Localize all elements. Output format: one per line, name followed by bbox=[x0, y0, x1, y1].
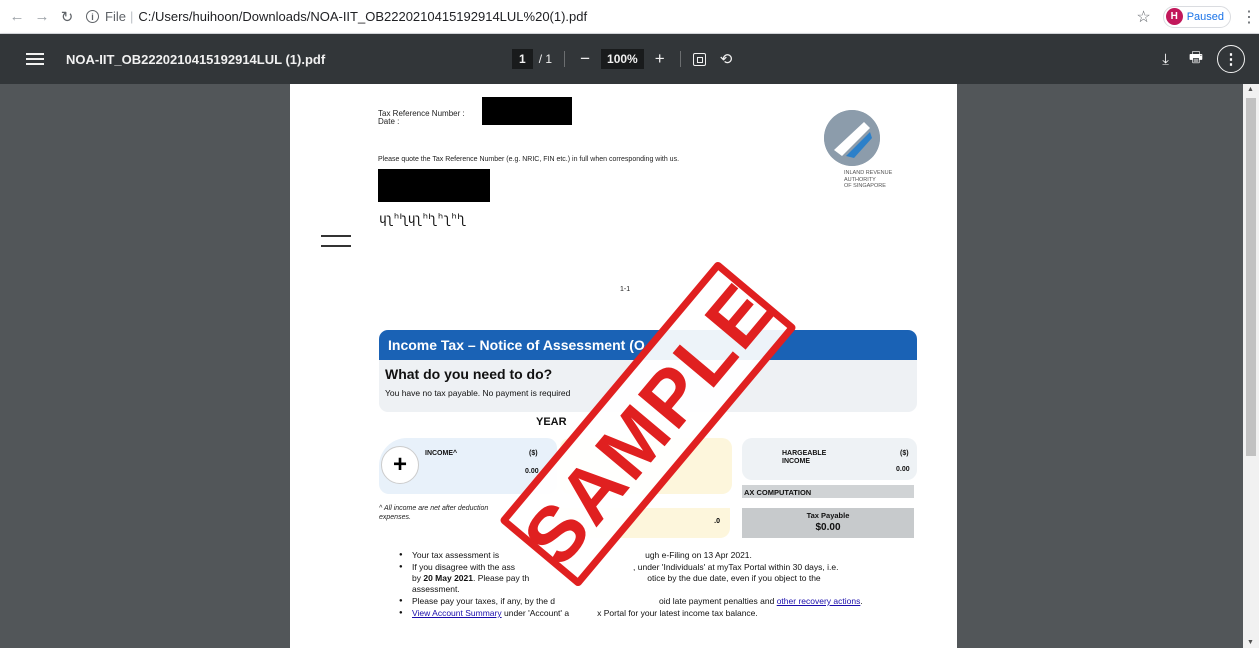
bullet-text: ugh e-Filing on 13 Apr 2021. bbox=[645, 550, 752, 560]
fold-marks bbox=[321, 235, 351, 255]
bullet-text: oid late payment penalties and bbox=[659, 596, 775, 606]
reference-labels: Tax Reference Number : Date : bbox=[378, 110, 465, 126]
pdf-page: Tax Reference Number : Date : Please quo… bbox=[290, 84, 957, 648]
redaction-block bbox=[482, 97, 572, 125]
iras-line-1: INLAND REVENUE bbox=[844, 170, 893, 176]
page-number-input[interactable]: 1 bbox=[512, 49, 533, 69]
document-title: NOA-IIT_OB2220210415192914LUL (1).pdf bbox=[66, 51, 326, 67]
iras-line-3: OF SINGAPORE bbox=[844, 183, 886, 189]
page-number-text: 1-1 bbox=[620, 286, 631, 293]
tax-computation-header: AX COMPUTATION bbox=[742, 485, 914, 498]
tax-payable-label: Tax Payable bbox=[806, 511, 850, 520]
quote-instruction: Please quote the Tax Reference Number (e… bbox=[378, 156, 680, 163]
url-separator: | bbox=[129, 9, 134, 24]
reliefs-value: .0 bbox=[714, 518, 720, 525]
bullet-text: Please pay your taxes, if any, by the d bbox=[412, 596, 556, 606]
print-icon[interactable]: 🖶 bbox=[1189, 47, 1203, 72]
scrollbar-thumb[interactable] bbox=[1246, 98, 1256, 456]
bullet-text: by bbox=[412, 573, 421, 583]
url-text[interactable]: C:/Users/huihoon/Downloads/NOA-IIT_OB222… bbox=[138, 9, 587, 24]
iras-logo-icon bbox=[824, 110, 880, 166]
omnibox[interactable]: i File | C:/Users/huihoon/Downloads/NOA-… bbox=[86, 4, 1136, 30]
bullet-text: , under 'Individuals' at myTax Portal wi… bbox=[633, 562, 839, 572]
hamburger-menu-icon[interactable] bbox=[26, 53, 44, 65]
scroll-up-icon[interactable]: ▲ bbox=[1247, 86, 1254, 93]
recovery-actions-link[interactable]: other recovery actions bbox=[777, 596, 861, 606]
download-icon[interactable]: ⤓ bbox=[1162, 51, 1169, 68]
browser-address-bar: ← → ↻ i File | C:/Users/huihoon/Download… bbox=[0, 0, 1259, 34]
chargeable-label: HARGEABLE INCOME bbox=[782, 450, 826, 466]
footnote-line-2: expenses. bbox=[379, 514, 411, 521]
profile-status: Paused bbox=[1186, 10, 1224, 23]
bullet-text: assessment. bbox=[412, 584, 460, 594]
url-scheme: File bbox=[105, 9, 126, 24]
date-label: Date : bbox=[378, 117, 400, 126]
chargeable-unit: ($) bbox=[900, 450, 909, 457]
due-date: 20 May 2021 bbox=[423, 573, 473, 583]
profile-button[interactable]: H Paused bbox=[1162, 5, 1231, 28]
iras-logo bbox=[824, 110, 880, 166]
list-item: If you disagree with the ass , under 'Ind… bbox=[399, 562, 922, 595]
bullet-text: . Please pay th bbox=[472, 573, 530, 583]
browser-menu-icon[interactable]: ⋮ bbox=[1241, 7, 1257, 27]
notes-list: Your tax assessment is ugh e-Filing on 13… bbox=[399, 550, 922, 620]
tax-payable-box: Tax Payable $0.00 bbox=[742, 508, 914, 538]
toolbar-divider bbox=[564, 51, 566, 67]
bullet-text: under 'Account' a bbox=[503, 608, 570, 618]
period: . bbox=[860, 596, 863, 606]
reload-icon[interactable]: ↻ bbox=[56, 6, 78, 28]
chargeable-label-1: HARGEABLE bbox=[782, 450, 827, 457]
income-unit: ($) bbox=[529, 450, 538, 457]
income-label: INCOME^ bbox=[425, 450, 458, 457]
list-item: View Account Summary under 'Account' a x … bbox=[399, 608, 922, 619]
postal-barcode: ɥʅʰᑊʅɥʅʰᑊʅʰʅʰᑊʅ bbox=[379, 212, 466, 227]
fit-to-page-icon[interactable] bbox=[692, 52, 706, 66]
todo-title: What do you need to do? bbox=[385, 366, 553, 382]
year-label: YEAR bbox=[536, 416, 567, 428]
zoom-out-icon[interactable]: − bbox=[577, 49, 593, 69]
list-item: Your tax assessment is ugh e-Filing on 13… bbox=[399, 550, 922, 561]
bullet-text: If you disagree with the ass bbox=[412, 562, 516, 572]
chargeable-income-card: HARGEABLE INCOME ($) 0.00 bbox=[742, 438, 917, 480]
scroll-down-icon[interactable]: ▼ bbox=[1247, 639, 1254, 646]
income-footnote: ^ All income are net after deduction exp… bbox=[379, 504, 488, 522]
rotate-icon[interactable]: ⟲ bbox=[720, 50, 733, 68]
avatar: H bbox=[1165, 8, 1183, 25]
forward-icon[interactable]: → bbox=[31, 6, 53, 28]
plus-icon: + bbox=[381, 446, 419, 484]
bullet-text: Your tax assessment is bbox=[412, 550, 500, 560]
vertical-scrollbar[interactable]: ▲ ▼ bbox=[1243, 84, 1259, 648]
more-actions-icon[interactable]: ⋮ bbox=[1217, 45, 1245, 73]
page-total: / 1 bbox=[538, 52, 553, 66]
chargeable-label-2: INCOME bbox=[782, 458, 810, 465]
footnote-line-1: ^ All income are net after deduction bbox=[379, 505, 489, 512]
toolbar-divider bbox=[679, 51, 681, 67]
info-icon[interactable]: i bbox=[86, 10, 99, 23]
pdf-toolbar: NOA-IIT_OB2220210415192914LUL (1).pdf 1 … bbox=[0, 34, 1259, 84]
bullet-text: x Portal for your latest income tax bala… bbox=[597, 608, 758, 618]
iras-name: INLAND REVENUE AUTHORITY OF SINGAPORE bbox=[844, 170, 892, 190]
zoom-level-input[interactable]: 100% bbox=[601, 49, 644, 69]
chargeable-value: 0.00 bbox=[896, 466, 910, 473]
toolbar-actions: ⤓ 🖶 ⋮ bbox=[1162, 45, 1245, 73]
zoom-in-icon[interactable]: + bbox=[652, 49, 668, 69]
back-icon[interactable]: ← bbox=[6, 6, 28, 28]
page-controls: 1 / 1 − 100% + ⟲ bbox=[512, 49, 732, 69]
bookmark-star-icon[interactable]: ☆ bbox=[1136, 7, 1150, 27]
tax-payable-value: $0.00 bbox=[815, 522, 841, 533]
redaction-block bbox=[378, 169, 490, 202]
pdf-viewport[interactable]: Tax Reference Number : Date : Please quo… bbox=[0, 84, 1259, 648]
todo-text: You have no tax payable. No payment is r… bbox=[385, 388, 571, 398]
bullet-text: otice by the due date, even if you objec… bbox=[647, 573, 821, 583]
account-summary-link[interactable]: View Account Summary bbox=[412, 608, 502, 618]
list-item: Please pay your taxes, if any, by the d o… bbox=[399, 596, 922, 607]
